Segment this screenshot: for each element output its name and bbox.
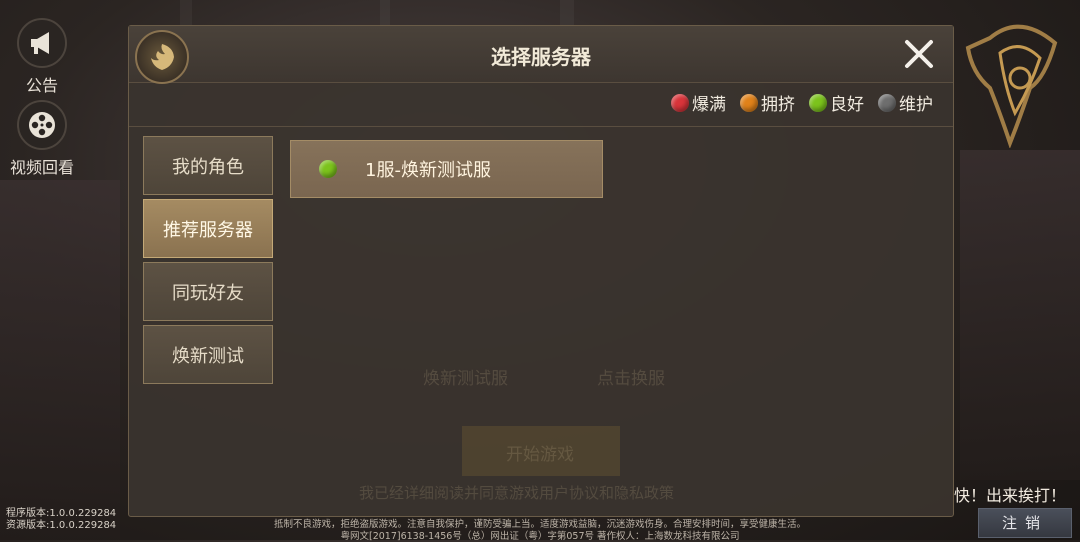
server-list-item[interactable]: 1服-焕新测试服 xyxy=(290,140,603,198)
background-structure xyxy=(0,180,120,540)
orange-dot-icon xyxy=(740,93,758,112)
gray-dot-icon xyxy=(878,93,896,112)
server-category-tabs: 我的角色 推荐服务器 同玩好友 焕新测试 xyxy=(143,136,275,388)
tab-recommended-servers[interactable]: 推荐服务器 xyxy=(143,199,273,258)
status-legend: 爆满 拥挤 良好 维护 xyxy=(671,90,933,115)
server-name: 1服-焕新测试服 xyxy=(365,160,491,181)
server-status-green-icon xyxy=(319,160,337,178)
game-logo xyxy=(965,24,1058,148)
legend-crowded: 拥挤 xyxy=(740,90,795,115)
dialog-title: 选择服务器 xyxy=(491,45,591,69)
background-switch-text: 点击换服 xyxy=(597,369,665,389)
logout-button[interactable]: 注销 xyxy=(978,508,1072,538)
divider xyxy=(129,126,953,127)
legend-good: 良好 xyxy=(809,90,864,115)
legend-maintenance: 维护 xyxy=(878,90,933,115)
video-replay-button[interactable]: 视频回看 xyxy=(8,100,76,178)
video-replay-label: 视频回看 xyxy=(9,158,74,177)
tagline-text: 快！出来挨打！ xyxy=(953,486,1066,505)
megaphone-icon xyxy=(17,18,67,68)
close-icon xyxy=(905,40,933,68)
close-button[interactable] xyxy=(899,34,939,74)
dialog-header: 选择服务器 xyxy=(129,26,953,84)
legend-label: 良好 xyxy=(830,95,864,115)
film-reel-icon xyxy=(17,100,67,150)
legend-full: 爆满 xyxy=(671,90,726,115)
red-dot-icon xyxy=(671,93,689,112)
tab-renewal-test[interactable]: 焕新测试 xyxy=(143,325,273,384)
legend-label: 爆满 xyxy=(692,95,726,115)
background-start-label: 开始游戏 xyxy=(506,445,574,465)
background-server-text: 焕新测试服 xyxy=(423,369,508,389)
tab-my-characters[interactable]: 我的角色 xyxy=(143,136,273,195)
background-agree-text: 我已经详细阅读并同意游戏用户协议和隐私政策 xyxy=(359,484,675,502)
legend-label: 维护 xyxy=(899,95,933,115)
announcement-button[interactable]: 公告 xyxy=(8,18,76,96)
background-structure xyxy=(960,150,1080,480)
legend-label: 拥挤 xyxy=(761,95,795,115)
tab-friends[interactable]: 同玩好友 xyxy=(143,262,273,321)
green-dot-icon xyxy=(809,93,827,112)
background-start-button: 开始游戏 xyxy=(462,426,620,476)
announcement-label: 公告 xyxy=(25,76,58,95)
server-select-dialog: 选择服务器 爆满 拥挤 良好 维护 我的角色 推荐服务器 同玩好友 焕新测试 焕… xyxy=(128,25,954,517)
